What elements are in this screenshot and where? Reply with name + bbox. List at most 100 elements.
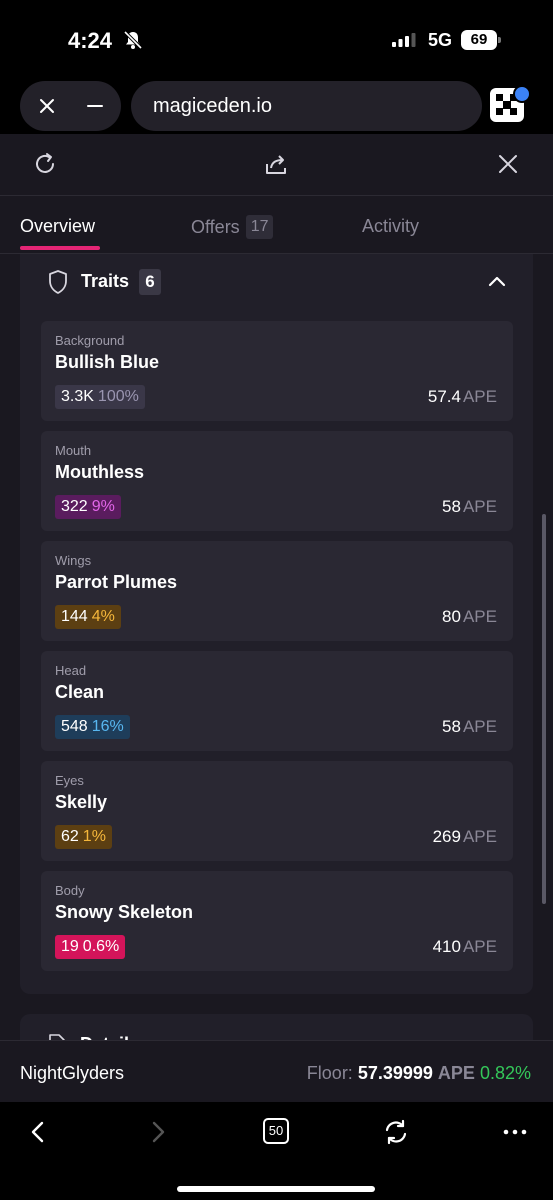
trait-floor-price: 80 APE — [442, 607, 497, 627]
network-type: 5G — [428, 30, 453, 50]
trait-floor-price: 269 APE — [433, 827, 497, 847]
home-indicator[interactable] — [177, 1186, 375, 1192]
trait-rarity-badge: 322 9% — [55, 495, 121, 519]
trait-percent: 16% — [91, 718, 124, 735]
floor-label: Floor: — [306, 1063, 353, 1083]
battery-icon: 69 — [461, 30, 501, 50]
trait-rarity-badge: 3.3K 100% — [55, 385, 145, 409]
trait-price-value: 269 — [432, 827, 461, 846]
trait-type: Background — [55, 333, 125, 348]
status-bar: 4:24 5G 69 — [0, 0, 553, 80]
offers-count-badge: 17 — [245, 215, 274, 239]
trait-price-unit: APE — [462, 937, 497, 956]
tab-activity[interactable]: Activity — [362, 216, 419, 237]
trait-rarity-badge: 548 16% — [55, 715, 130, 739]
floor-unit: APE — [437, 1063, 475, 1083]
item-toolbar — [0, 134, 553, 196]
back-icon[interactable] — [24, 1118, 52, 1146]
trait-card-head[interactable]: Head Clean 548 16% 58 APE — [41, 651, 513, 751]
trait-floor-price: 410 APE — [433, 937, 497, 957]
signal-icon — [392, 33, 416, 47]
floor-value: 57.39999 — [357, 1063, 433, 1083]
trait-price-unit: APE — [462, 827, 497, 846]
trait-card-mouth[interactable]: Mouth Mouthless 322 9% 58 APE — [41, 431, 513, 531]
trait-count: 144 — [61, 608, 88, 625]
url-text: magiceden.io — [153, 95, 272, 117]
trait-card-body[interactable]: Body Snowy Skeleton 19 0.6% 410 APE — [41, 871, 513, 971]
tab-controls — [20, 81, 121, 131]
extension-badge-icon — [513, 85, 531, 103]
refresh-icon[interactable] — [33, 152, 57, 176]
traits-panel: Traits 6 Background Bullish Blue 3.3K 100… — [20, 254, 533, 994]
trait-price-value: 58 — [442, 717, 461, 736]
trait-count: 548 — [61, 718, 88, 735]
collection-floor-bar: NightGlyders Floor: 57.39999 APE 0.82% — [0, 1040, 553, 1102]
more-icon[interactable] — [501, 1118, 529, 1146]
forward-icon[interactable] — [144, 1118, 172, 1146]
trait-value: Mouthless — [55, 462, 145, 482]
trait-price-unit: APE — [462, 717, 497, 736]
tab-bar: Overview Offers 17 Activity — [0, 196, 553, 254]
trait-type: Eyes — [55, 773, 84, 788]
trait-percent: 4% — [91, 608, 115, 625]
browser-nav-bar: 50 — [0, 1102, 553, 1200]
trait-card-wings[interactable]: Wings Parrot Plumes 144 4% 80 APE — [41, 541, 513, 641]
trait-floor-price: 58 APE — [442, 497, 497, 517]
tab-offers[interactable]: Offers 17 — [191, 215, 274, 240]
shield-icon — [49, 270, 67, 294]
traits-count-badge: 6 — [139, 269, 161, 295]
trait-value: Parrot Plumes — [55, 572, 178, 592]
trait-price-unit: APE — [462, 607, 497, 626]
trait-card-background[interactable]: Background Bullish Blue 3.3K 100% 57.4 APE — [41, 321, 513, 421]
trait-rarity-badge: 19 0.6% — [55, 935, 126, 959]
trait-price-unit: APE — [462, 387, 497, 406]
floor-change: 0.82% — [479, 1063, 531, 1083]
trait-count: 62 — [61, 828, 79, 845]
share-icon[interactable] — [264, 152, 288, 176]
trait-type: Body — [55, 883, 85, 898]
trait-type: Head — [55, 663, 87, 678]
trait-price-value: 58 — [442, 497, 461, 516]
traits-header[interactable]: Traits 6 — [20, 254, 533, 320]
scrollbar[interactable] — [542, 514, 546, 904]
trait-rarity-badge: 62 1% — [55, 825, 112, 849]
trait-price-value: 80 — [442, 607, 461, 626]
trait-floor-price: 58 APE — [442, 717, 497, 737]
trait-count: 322 — [61, 498, 88, 515]
minimize-icon[interactable] — [82, 93, 108, 119]
tab-overview[interactable]: Overview — [20, 216, 95, 237]
trait-count: 3.3K — [61, 388, 94, 405]
battery-level: 69 — [461, 30, 497, 50]
sync-icon[interactable] — [382, 1118, 410, 1146]
trait-card-eyes[interactable]: Eyes Skelly 62 1% 269 APE — [41, 761, 513, 861]
trait-price-value: 57.4 — [427, 387, 461, 406]
trait-type: Mouth — [55, 443, 92, 458]
trait-percent: 100% — [97, 388, 139, 405]
trait-percent: 0.6% — [82, 938, 120, 955]
trait-type: Wings — [55, 553, 92, 568]
chevron-up-icon[interactable] — [487, 273, 507, 289]
trait-price-value: 410 — [432, 937, 461, 956]
bell-slash-icon — [123, 30, 143, 50]
url-field[interactable]: magiceden.io — [131, 81, 482, 131]
trait-price-unit: APE — [462, 497, 497, 516]
traits-title: Traits — [81, 271, 130, 291]
trait-count: 19 — [61, 938, 79, 955]
trait-value: Clean — [55, 682, 105, 702]
trait-value: Bullish Blue — [55, 352, 160, 372]
browser-bar: magiceden.io — [0, 80, 553, 134]
active-tab-indicator — [20, 246, 100, 250]
close-tab-icon[interactable] — [34, 93, 60, 119]
trait-rarity-badge: 144 4% — [55, 605, 121, 629]
close-icon[interactable] — [496, 152, 520, 176]
tab-offers-label: Offers — [191, 216, 240, 237]
tabs-count-icon[interactable]: 50 — [263, 1118, 289, 1144]
collection-name[interactable]: NightGlyders — [20, 1063, 124, 1084]
trait-percent: 9% — [91, 498, 115, 515]
app-content: Overview Offers 17 Activity Traits 6 Back… — [0, 134, 553, 1100]
trait-value: Skelly — [55, 792, 108, 812]
trait-percent: 1% — [82, 828, 106, 845]
trait-value: Snowy Skeleton — [55, 902, 194, 922]
floor-info: Floor: 57.39999 APE 0.82% — [307, 1063, 531, 1084]
trait-floor-price: 57.4 APE — [428, 387, 497, 407]
